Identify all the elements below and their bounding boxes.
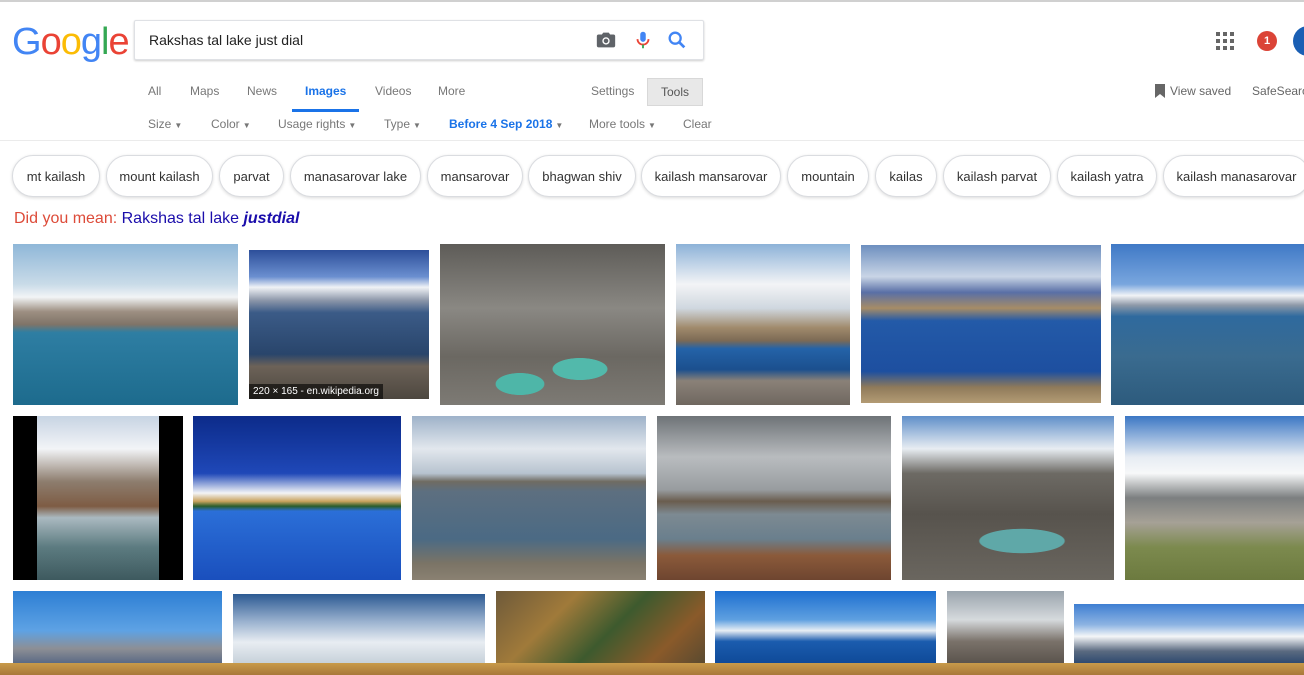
image-content	[37, 416, 159, 580]
did-you-mean-prefix: Did you mean:	[14, 210, 122, 227]
apps-grid-icon[interactable]	[1216, 32, 1234, 50]
caret-down-icon: ▼	[413, 121, 421, 130]
logo-letter: o	[40, 21, 62, 63]
related-chip[interactable]: mountain	[787, 155, 869, 197]
tab-images[interactable]: Images	[305, 84, 346, 98]
filter-label: Color	[211, 117, 240, 131]
filter-clear[interactable]: Clear	[683, 117, 712, 131]
filter-more-tools[interactable]: More tools ▼	[589, 117, 656, 131]
logo-letter: G	[12, 21, 42, 63]
view-saved-link[interactable]: View saved	[1154, 84, 1231, 98]
logo-letter: e	[108, 21, 129, 63]
caret-down-icon: ▼	[174, 121, 183, 130]
image-result[interactable]	[715, 591, 936, 663]
image-result[interactable]	[1074, 604, 1304, 663]
tab-more[interactable]: More	[438, 84, 465, 98]
search-input[interactable]: Rakshas tal lake just dial	[149, 32, 303, 48]
related-chip[interactable]: kailash manasarovar	[1163, 155, 1304, 197]
related-chip[interactable]: kailash mansarovar	[641, 155, 781, 197]
image-result[interactable]	[676, 244, 850, 405]
did-you-mean-text: Rakshas tal lake	[121, 210, 244, 227]
filter-type[interactable]: Type ▼	[384, 117, 421, 131]
tab-settings[interactable]: Settings	[591, 84, 634, 98]
image-result[interactable]	[1111, 244, 1304, 405]
tools-button[interactable]: Tools	[647, 78, 703, 106]
image-result[interactable]	[947, 591, 1064, 663]
filter-label: More tools	[589, 117, 646, 131]
tab-news[interactable]: News	[247, 84, 277, 98]
filter-usage-rights[interactable]: Usage rights ▼	[278, 117, 356, 131]
image-caption: 220 × 165 - en.wikipedia.org	[249, 384, 383, 399]
google-logo[interactable]: Google	[12, 21, 130, 63]
related-chip[interactable]: parvat	[219, 155, 284, 197]
filter-size[interactable]: Size ▼	[148, 117, 182, 131]
caret-down-icon: ▼	[555, 121, 564, 130]
tab-maps[interactable]: Maps	[190, 84, 219, 98]
filter-label: Type	[384, 117, 411, 131]
taskbar	[0, 663, 1304, 675]
image-result[interactable]	[902, 416, 1114, 580]
image-result[interactable]	[440, 244, 665, 405]
image-result[interactable]	[496, 591, 705, 663]
caret-down-icon: ▼	[348, 121, 357, 130]
active-tab-indicator	[292, 109, 359, 112]
image-result[interactable]	[861, 245, 1101, 403]
avatar[interactable]	[1293, 26, 1304, 56]
filter-color[interactable]: Color ▼	[211, 117, 251, 131]
related-chip[interactable]: kailash parvat	[943, 155, 1051, 197]
did-you-mean: Did you mean: Rakshas tal lake justdial	[14, 210, 299, 228]
caret-down-icon: ▼	[648, 121, 656, 130]
image-result[interactable]	[233, 594, 485, 663]
image-result[interactable]	[13, 591, 222, 663]
top-border	[0, 0, 1304, 2]
image-result[interactable]	[13, 244, 238, 405]
filter-label: Usage rights	[278, 117, 346, 131]
image-result[interactable]	[657, 416, 891, 580]
camera-icon[interactable]	[595, 29, 617, 51]
image-result[interactable]	[13, 416, 183, 580]
filter-label: Before 4 Sep 2018	[449, 117, 553, 131]
search-box[interactable]: Rakshas tal lake just dial	[134, 20, 704, 60]
caret-down-icon: ▼	[242, 121, 251, 130]
related-chip[interactable]: mount kailash	[106, 155, 213, 197]
image-result[interactable]	[1125, 416, 1304, 580]
view-saved-label: View saved	[1170, 84, 1232, 98]
search-icon[interactable]	[666, 29, 688, 51]
tab-videos[interactable]: Videos	[375, 84, 411, 98]
related-chip[interactable]: manasarovar lake	[290, 155, 421, 197]
did-you-mean-link[interactable]: Rakshas tal lake justdial	[122, 210, 300, 227]
header-divider	[0, 140, 1304, 141]
microphone-icon[interactable]	[632, 29, 654, 51]
logo-letter: g	[80, 21, 102, 63]
tab-all[interactable]: All	[148, 84, 161, 98]
image-result[interactable]: 220 × 165 - en.wikipedia.org	[249, 250, 429, 399]
safesearch-link[interactable]: SafeSearch	[1252, 84, 1304, 98]
filter-label: Size	[148, 117, 172, 131]
image-result[interactable]	[412, 416, 646, 580]
related-chip[interactable]: kailash yatra	[1057, 155, 1157, 197]
related-chip[interactable]: mansarovar	[427, 155, 523, 197]
notification-badge[interactable]: 1	[1257, 31, 1277, 51]
did-you-mean-correction: justdial	[243, 210, 300, 227]
related-chip[interactable]: bhagwan shiv	[528, 155, 636, 197]
related-chip[interactable]: mt kailash	[12, 155, 100, 197]
related-chip[interactable]: kailas	[875, 155, 937, 197]
logo-letter: o	[60, 21, 82, 63]
bookmark-icon	[1155, 84, 1165, 98]
image-result[interactable]	[193, 416, 401, 580]
filter-time[interactable]: Before 4 Sep 2018 ▼	[449, 117, 563, 131]
